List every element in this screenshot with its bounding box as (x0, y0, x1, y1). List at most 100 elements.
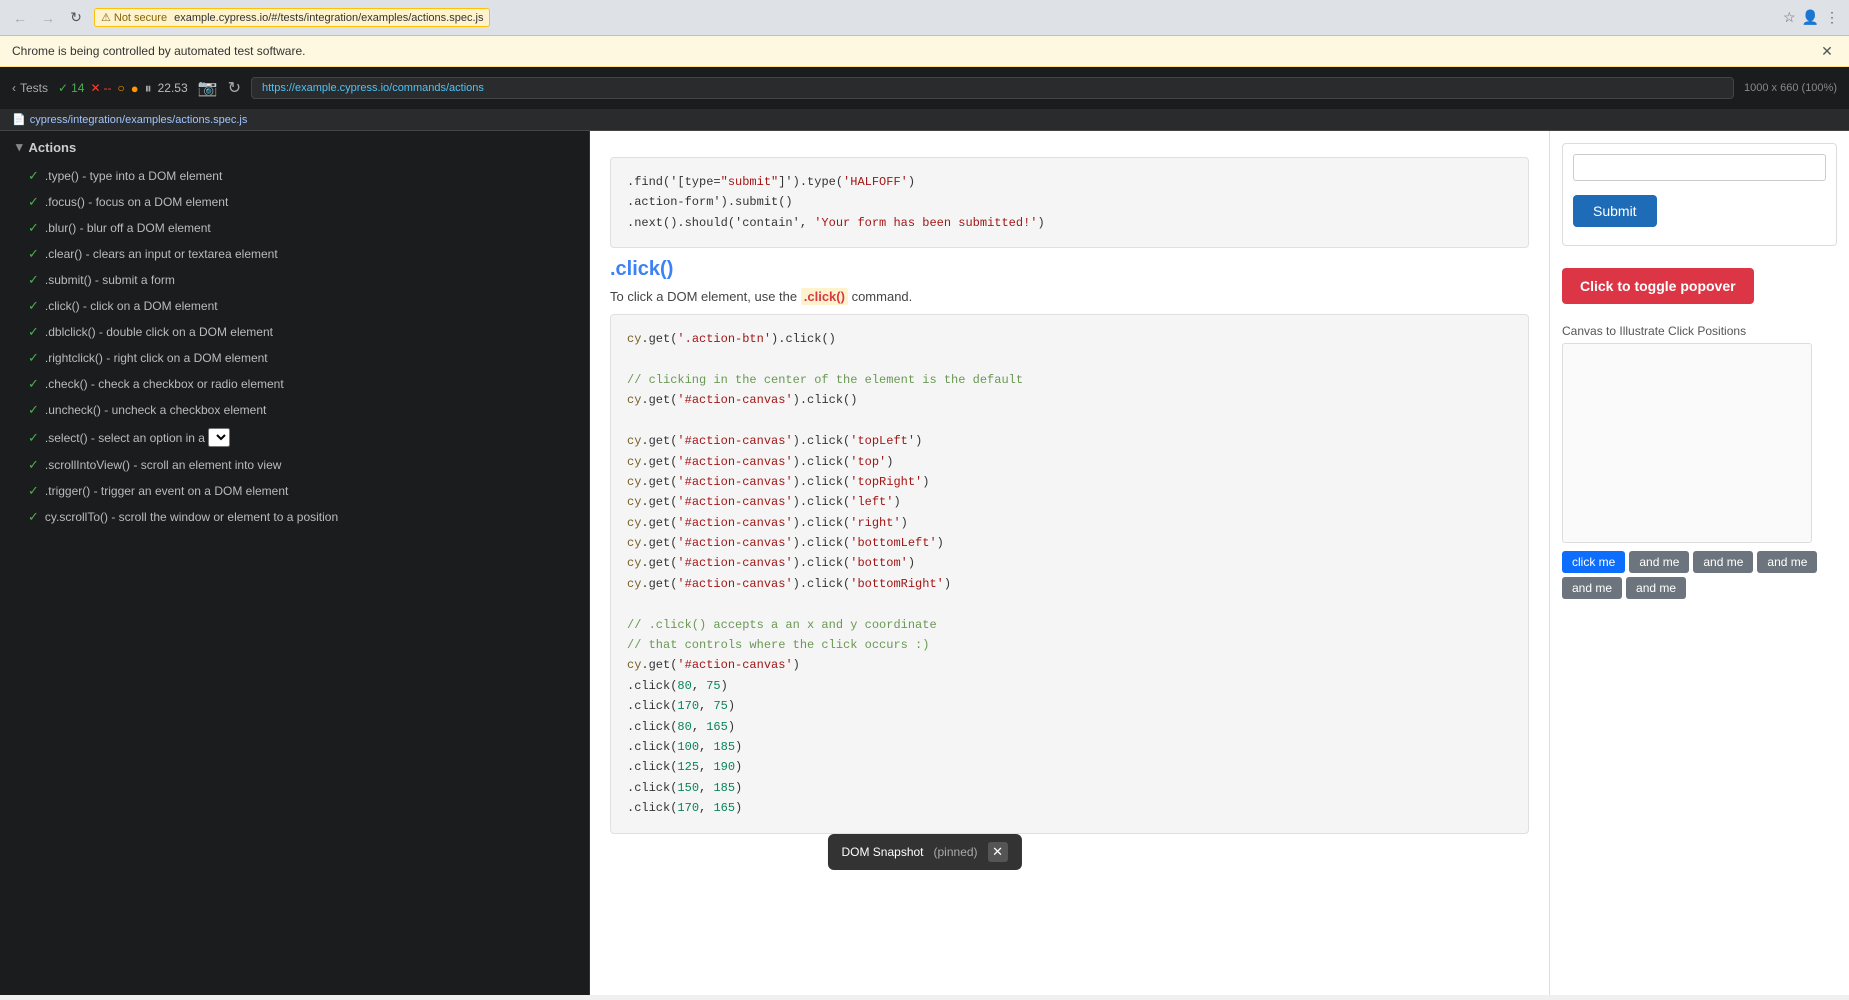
widget-panel: Submit Click to toggle popover Canvas to… (1549, 131, 1849, 995)
breadcrumb-path: cypress/integration/examples/actions.spe… (30, 114, 248, 126)
and-me-button[interactable]: and me (1629, 551, 1689, 573)
test-item-label: .check() - check a checkbox or radio ele… (45, 377, 284, 391)
camera-button[interactable]: 📷 (198, 78, 218, 98)
code-line: cy.get('#action-canvas').click('bottomRi… (627, 574, 1512, 594)
code-line: cy.get('#action-canvas').click('left') (627, 492, 1512, 512)
test-item[interactable]: ✓.trigger() - trigger an event on a DOM … (0, 478, 589, 504)
code-line: .click(100, 185) (627, 737, 1512, 757)
click-me-button[interactable]: click me (1562, 551, 1625, 573)
test-item-label: .blur() - blur off a DOM element (45, 221, 211, 235)
automation-message: Chrome is being controlled by automated … (12, 44, 305, 58)
test-item-label: .clear() - clears an input or textarea e… (45, 247, 278, 261)
test-group-label: Actions (29, 140, 77, 155)
forward-button[interactable]: → (38, 8, 58, 28)
runner-stats: ✓ 14 ✕ -- ○ ● ⏸ 22.53 (58, 80, 188, 97)
code-line: cy.get('#action-canvas') (627, 655, 1512, 675)
click-section-desc: To click a DOM element, use the .click()… (610, 289, 1529, 304)
test-item-label: .uncheck() - uncheck a checkbox element (45, 403, 266, 417)
runner-url-input[interactable] (251, 77, 1734, 99)
check-icon: ✓ (28, 246, 39, 262)
tests-link-label: Tests (20, 81, 48, 95)
and-me-button[interactable]: and me (1757, 551, 1817, 573)
code-line: cy.get('#action-canvas').click('bottom') (627, 553, 1512, 573)
check-icon: ✓ (28, 457, 39, 473)
test-panel: ▾ Actions ✓.type() - type into a DOM ele… (0, 131, 590, 995)
code-line: cy.get('#action-canvas').click('bottomLe… (627, 533, 1512, 553)
click-code-block: cy.get('.action-btn').click() // clickin… (610, 314, 1529, 833)
code-line: cy.get('#action-canvas').click() (627, 390, 1512, 410)
dom-snapshot-close-button[interactable]: ✕ (988, 842, 1008, 862)
file-icon: 📄 (12, 113, 26, 126)
test-item-label: .focus() - focus on a DOM element (45, 195, 228, 209)
tests-link[interactable]: ‹ Tests (12, 81, 48, 95)
click-canvas[interactable] (1562, 343, 1812, 543)
check-icon: ✓ (28, 220, 39, 236)
test-item-label: .trigger() - trigger an event on a DOM e… (45, 484, 288, 498)
test-item[interactable]: ✓.check() - check a checkbox or radio el… (0, 371, 589, 397)
dom-snapshot-pinned: (pinned) (934, 845, 978, 859)
check-icon: ✓ (28, 324, 39, 340)
submit-widget: Submit (1562, 143, 1837, 246)
form-input[interactable] (1573, 154, 1826, 181)
code-line: // clicking in the center of the element… (627, 370, 1512, 390)
and-me-button[interactable]: and me (1626, 577, 1686, 599)
test-group-actions[interactable]: ▾ Actions (0, 131, 589, 163)
automation-close-button[interactable]: ✕ (1817, 41, 1837, 61)
test-item-label: cy.scrollTo() - scroll the window or ele… (45, 510, 338, 524)
group-chevron-icon: ▾ (16, 139, 23, 155)
test-item[interactable]: ✓ .clear() - clears an input or textarea … (0, 241, 589, 267)
test-item[interactable]: ✓ .dblclick() - double click on a DOM ele… (0, 319, 589, 345)
reload-button[interactable]: ↻ (66, 8, 86, 28)
fail-stat: ✕ -- (90, 81, 111, 95)
test-item[interactable]: ✓.uncheck() - uncheck a checkbox element (0, 397, 589, 423)
test-item[interactable]: ✓.type() - type into a DOM element (0, 163, 589, 189)
canvas-section: Canvas to Illustrate Click Positions (1562, 324, 1837, 543)
toggle-popover-button[interactable]: Click to toggle popover (1562, 268, 1754, 304)
file-breadcrumb: 📄 cypress/integration/examples/actions.s… (0, 109, 1849, 131)
test-item[interactable]: ✓.click() - click on a DOM element (0, 293, 589, 319)
code-line: cy.get('#action-canvas').click('top') (627, 452, 1512, 472)
and-me-button[interactable]: and me (1562, 577, 1622, 599)
code-line: .action-form').submit() (627, 192, 1512, 212)
canvas-label: Canvas to Illustrate Click Positions (1562, 324, 1837, 338)
test-item-label: .dblclick() - double click on a DOM elem… (45, 325, 273, 339)
code-line: .click(80, 75) (627, 676, 1512, 696)
automation-warning: Chrome is being controlled by automated … (0, 36, 1849, 67)
browser-chrome: ← → ↻ ⚠ Not secure example.cypress.io/#/… (0, 0, 1849, 36)
and-me-button[interactable]: and me (1693, 551, 1753, 573)
test-item-label: .submit() - submit a form (45, 273, 175, 287)
pending-stat: ○ (118, 81, 125, 95)
fail-count: -- (104, 81, 112, 95)
app-code-area: .find('[type="submit"]').type('HALFOFF')… (590, 131, 1549, 995)
security-icon: ⚠ (101, 11, 111, 24)
preview-panel: .find('[type="submit"]').type('HALFOFF')… (590, 131, 1849, 995)
run-time: 22.53 (158, 81, 188, 95)
test-item[interactable]: ✓ .submit() - submit a form (0, 267, 589, 293)
pass-count: 14 (71, 81, 84, 95)
security-badge: ⚠ Not secure example.cypress.io/#/tests/… (94, 8, 490, 27)
test-item[interactable]: ✓ .focus() - focus on a DOM element (0, 189, 589, 215)
account-icon: 👤 (1802, 9, 1819, 26)
runner-reload-button[interactable]: ↻ (228, 78, 241, 98)
code-line: .click(170, 165) (627, 798, 1512, 818)
back-button[interactable]: ← (10, 8, 30, 28)
submit-button[interactable]: Submit (1573, 195, 1657, 227)
test-item[interactable]: ✓cy.scrollTo() - scroll the window or el… (0, 504, 589, 530)
click-section-title: .click() (610, 258, 1529, 281)
check-icon: ✓ (28, 194, 39, 210)
check-icon: ✓ (28, 272, 39, 288)
x-icon: ✕ (90, 81, 100, 95)
bookmark-icon: ☆ (1783, 9, 1796, 26)
security-label: Not secure (114, 12, 167, 24)
test-item[interactable]: ✓.rightclick() - right click on a DOM el… (0, 345, 589, 371)
test-item[interactable]: ✓.scrollIntoView() - scroll an element i… (0, 452, 589, 478)
code-line: .click(125, 190) (627, 757, 1512, 777)
code-line: cy.get('#action-canvas').click('topRight… (627, 472, 1512, 492)
code-line: .click(150, 185) (627, 778, 1512, 798)
code-line: .click(170, 75) (627, 696, 1512, 716)
test-item[interactable]: ✓ .blur() - blur off a DOM element (0, 215, 589, 241)
dom-snapshot-label: DOM Snapshot (841, 845, 923, 859)
submit-code-block: .find('[type="submit"]').type('HALFOFF')… (610, 157, 1529, 248)
test-item[interactable]: ✓.select() - select an option in a eleme… (0, 423, 589, 452)
pause-icon: ⏸ (145, 80, 152, 97)
